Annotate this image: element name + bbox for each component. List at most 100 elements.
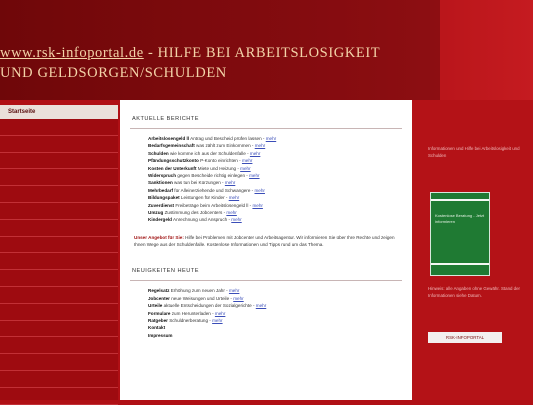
nav-item[interactable] [0,388,118,405]
more-link[interactable]: mehr [256,303,266,308]
nav-item[interactable] [0,371,118,388]
site-header: www.rsk-infoportal.de - HILFE BEI ARBEIT… [0,0,533,100]
list-item: Ratgeber Schuldnerberatung - mehr [148,317,412,324]
list-item: Kosten der Unterkunft Miete und Heizung … [148,165,412,172]
sidebar-note-text: Hinweis: alle Angaben ohne Gewähr. Stand… [428,286,521,298]
nav-item[interactable] [0,287,118,304]
site-home-link[interactable]: www.rsk-infoportal.de [0,45,144,61]
more-link[interactable]: mehr [255,143,265,148]
right-sidebar: Informationen und Hilfe bei Arbeitslosig… [412,100,533,400]
more-link[interactable]: mehr [249,173,259,178]
section-title-neuigkeiten: NEUIGKEITEN HEUTE [132,268,199,275]
more-link[interactable]: mehr [240,166,250,171]
nav-list [0,119,118,405]
nav-item[interactable] [0,237,118,254]
list-item-text: Freibeträge beim Arbeitslosengeld ll - [174,202,253,208]
list-item-text: was zählt zum Einkommen - [194,143,255,149]
nav-item[interactable] [0,136,118,153]
list-item: Urteile aktuelle Entscheidungen der Sozi… [148,302,412,309]
list-item-text: Anrechnung und Anspruch - [172,217,232,223]
list-item-title[interactable]: Zuverdienst [148,203,174,208]
list-item-title[interactable]: Umzug [148,210,163,215]
list-item-title[interactable]: Jobcenter [148,296,170,301]
list-item-title[interactable]: Schulden [148,151,169,156]
nav-item-startseite[interactable]: Startseite [0,105,118,119]
nav-item[interactable] [0,119,118,136]
intro-lead: Unser Angebot für Sie: [134,234,184,240]
more-link[interactable]: mehr [231,217,241,222]
more-link[interactable]: mehr [226,210,236,215]
more-link[interactable]: mehr [252,203,262,208]
list-item-title[interactable]: Urteile [148,303,162,308]
list-item-title[interactable]: Regelsatz [148,288,169,293]
section-divider [130,280,402,282]
list-item: Regelsatz Erhöhung zum neuen Jahr - mehr [148,287,412,294]
list-item-title[interactable]: Mehrbedarf [148,188,173,193]
list-item: Kindergeld Anrechnung und Anspruch - meh… [148,216,412,223]
list-item: Arbeitslosengeld ll Antrag und Bescheid … [148,135,412,142]
list-item-title[interactable]: Bedarfsgemeinschaft [148,143,195,148]
list-item-text: zum Herunterladen - [170,310,215,316]
list-item-title[interactable]: Pfändungsschutzkonto [148,158,199,163]
more-link[interactable]: mehr [215,311,225,316]
news-list: Regelsatz Erhöhung zum neuen Jahr - mehr… [120,287,412,339]
list-item-text: Antrag und Bescheid prüfen lassen - [189,136,266,141]
list-item-text: gegen Bescheide richtig einlegen - [176,173,250,179]
nav-item[interactable] [0,337,118,355]
list-item-title[interactable]: Bildungspaket [148,195,180,200]
list-item-text: P-Konto einrichten - [198,158,242,164]
list-item: Kontakt [148,324,412,331]
green-ad-banner[interactable]: Kostenlose Beratung - Jetzt informieren [430,192,490,276]
list-item-text: Erhöhung zum neuen Jahr - [169,288,229,294]
banner-stripe [431,263,489,265]
list-item: Pfändungsschutzkonto P-Konto einrichten … [148,157,412,164]
list-item-text: Zustimmung des Jobcenters - [163,210,227,216]
nav-item[interactable] [0,220,118,237]
site-title: www.rsk-infoportal.de - HILFE BEI ARBEIT… [0,43,440,83]
list-item-title[interactable]: Sanktionen [148,180,173,185]
list-item-text: Leistungen für Kinder - [179,195,229,201]
more-link[interactable]: mehr [266,136,276,141]
sidebar-badge[interactable]: RSK-INFOPORTAL [428,332,502,343]
more-link[interactable]: mehr [212,318,222,323]
list-item: Zuverdienst Freibeträge beim Arbeitslose… [148,202,412,209]
list-item: Widerspruch gegen Bescheide richtig einl… [148,172,412,179]
nav-item[interactable] [0,153,118,170]
list-item-text: neue Weisungen und Urteile - [169,295,234,301]
list-item-title[interactable]: Kosten der Unterkunft [148,166,197,171]
more-link[interactable]: mehr [254,188,264,193]
more-link[interactable]: mehr [242,158,252,163]
list-item: Schulden wie komme ich aus der Schuldenf… [148,150,412,157]
list-item-title[interactable]: Kindergeld [148,217,172,222]
nav-item[interactable] [0,253,118,271]
more-link[interactable]: mehr [250,151,260,156]
nav-item[interactable] [0,304,118,321]
list-item-text: für Alleinerziehende und Schwangere - [173,187,255,193]
more-link[interactable]: mehr [225,180,235,185]
list-item: Bedarfsgemeinschaft was zählt zum Einkom… [148,142,412,149]
list-item: Umzug Zustimmung des Jobcenters - mehr [148,209,412,216]
more-link[interactable]: mehr [233,296,243,301]
section-divider [130,128,402,129]
nav-item[interactable] [0,321,118,338]
intro-paragraph: Unser Angebot für Sie: Hilfe bei Problem… [134,234,398,248]
nav-item[interactable] [0,270,118,287]
nav-item[interactable] [0,186,118,203]
more-link[interactable]: mehr [229,288,239,293]
list-item-title[interactable]: Widerspruch [148,173,176,178]
list-item-text: was tun bei Kürzungen - [172,180,225,186]
nav-item[interactable] [0,203,118,220]
nav-item[interactable] [0,169,118,187]
list-item-title[interactable]: Impressum [148,333,173,338]
list-item: Bildungspaket Leistungen für Kinder - me… [148,194,412,201]
list-item-title[interactable]: Formulare [148,311,170,316]
nav-item[interactable] [0,354,118,371]
more-link[interactable]: mehr [229,195,239,200]
list-item-title[interactable]: Arbeitslosengeld ll [148,136,189,141]
list-item: Mehrbedarf für Alleinerziehende und Schw… [148,187,412,194]
site-title-line2: UND GELDSORGEN/SCHULDEN [0,65,227,81]
list-item-title[interactable]: Ratgeber [148,318,168,323]
list-item-title[interactable]: Kontakt [148,325,165,330]
list-item: Jobcenter neue Weisungen und Urteile - m… [148,295,412,302]
list-item-text: Schuldnerberatung - [167,317,213,323]
